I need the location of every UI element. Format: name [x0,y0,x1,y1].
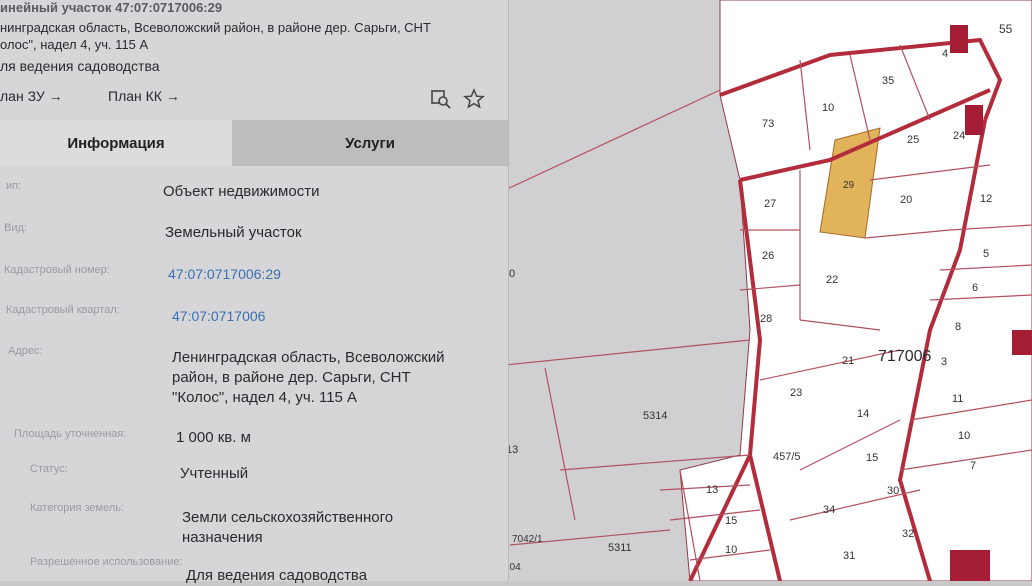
plan-zu-link[interactable]: лан ЗУ → [0,88,63,104]
map-lot-label: 29 [843,180,855,191]
map-lot-label: 14 [857,408,870,420]
star-icon[interactable] [463,88,485,110]
building-marker [1012,330,1032,355]
field-label: Разрешенное использование: [30,556,183,568]
map-lot-label: 22 [826,274,839,286]
address-line: "Колос", надел 4, уч. 115 А [172,389,358,406]
cadastral-number-link[interactable]: 47:07:0717006:29 [168,264,281,284]
address-line: район, в районе дер. Сарьги, СНТ [172,369,411,386]
map-lot-label: 73 [762,118,775,130]
tab-services[interactable]: Услуги [232,120,508,166]
field-value-permitted-use: Для ведения садоводства [186,567,368,584]
map-lot-label: 10 [958,430,971,442]
field-value-kind: Земельный участок [165,224,302,241]
field-value-type: Объект недвижимости [163,183,320,200]
map-lot-label: 3 [941,356,948,368]
quarter-label: 717006 [878,348,932,365]
category-line: Земли сельскохозяйственного [182,509,394,526]
map-lot-label: 10 [725,544,738,556]
field-label: Статус: [30,463,68,475]
field-label: Кадастровый квартал: [6,304,120,316]
field-label: Площадь уточненная: [14,428,127,440]
map-lot-label: 55 [999,22,1013,36]
field-label: Адрес: [8,345,43,357]
map-lot-label: 0 [509,268,516,280]
map-lot-label: 30 [887,485,900,497]
map-lot-label: 5311 [608,542,632,554]
map-lot-label: 21 [842,355,855,367]
plan-kk-link[interactable]: План КК → [108,88,180,104]
field-value-category: Земли сельскохозяйственного назначения [182,508,393,548]
panel-title: инейный участок 47:07:0717006:29 [0,0,223,15]
address-line: Ленинградская область, Всеволожский [172,349,445,366]
search-icon[interactable] [430,88,452,110]
field-label: Категория земель: [30,502,125,514]
map-lot-label: 7042/1 [512,534,543,545]
field-label: Кадастровый номер: [4,264,110,276]
building-marker [950,25,968,53]
map-lot-label: 25 [907,134,920,146]
building-marker [950,550,990,581]
map-lot-label: 11 [952,393,964,405]
map-lot-label: 27 [764,198,777,210]
map-lot-label: 31 [843,550,856,562]
map-lot-label: 12 [980,193,993,205]
building-marker [965,105,983,135]
map-lot-label: 15 [866,452,879,464]
cadastral-quarter-link[interactable]: 47:07:0717006 [172,306,265,326]
map-lot-label: 20 [900,194,913,206]
map-lot-label: 10 [822,102,835,114]
map-lot-label: 6 [972,282,979,294]
map-lot-label: 7 [970,460,977,472]
map-lot-label: 13 [706,484,719,496]
map-lot-label: 28 [760,313,773,325]
map-lot-label: 24 [953,130,966,142]
map-lot-label: 5 [983,248,990,260]
field-value-address: Ленинградская область, Всеволожский райо… [172,348,445,408]
map-lot-label: 15 [725,515,738,527]
field-label: Вид: [4,222,27,234]
map-lot-label: 5314 [643,410,668,422]
info-panel: инейный участок 47:07:0717006:29 нинград… [0,0,509,584]
header-usage: ля ведения садоводства [0,58,160,74]
field-value-area: 1 000 кв. м [176,429,251,446]
tab-information[interactable]: Информация [0,120,232,166]
header-address: олос", надел 4, уч. 115 А [0,37,149,52]
field-value-status: Учтенный [180,465,249,482]
map-lot-label: 26 [762,250,775,262]
map-lot-label: 32 [902,528,915,540]
header-address: нинградская область, Всеволожский район,… [0,20,431,35]
map-lot-label: 4 [942,48,949,60]
field-label: ип: [6,180,22,192]
map-lot-label: 35 [882,75,895,87]
category-line: назначения [182,529,263,546]
map-lot-label: 8 [955,321,962,333]
map-lot-label: 457/5 [773,451,801,463]
map-lot-label: 23 [790,387,803,399]
map-lot-label: 34 [823,504,836,516]
